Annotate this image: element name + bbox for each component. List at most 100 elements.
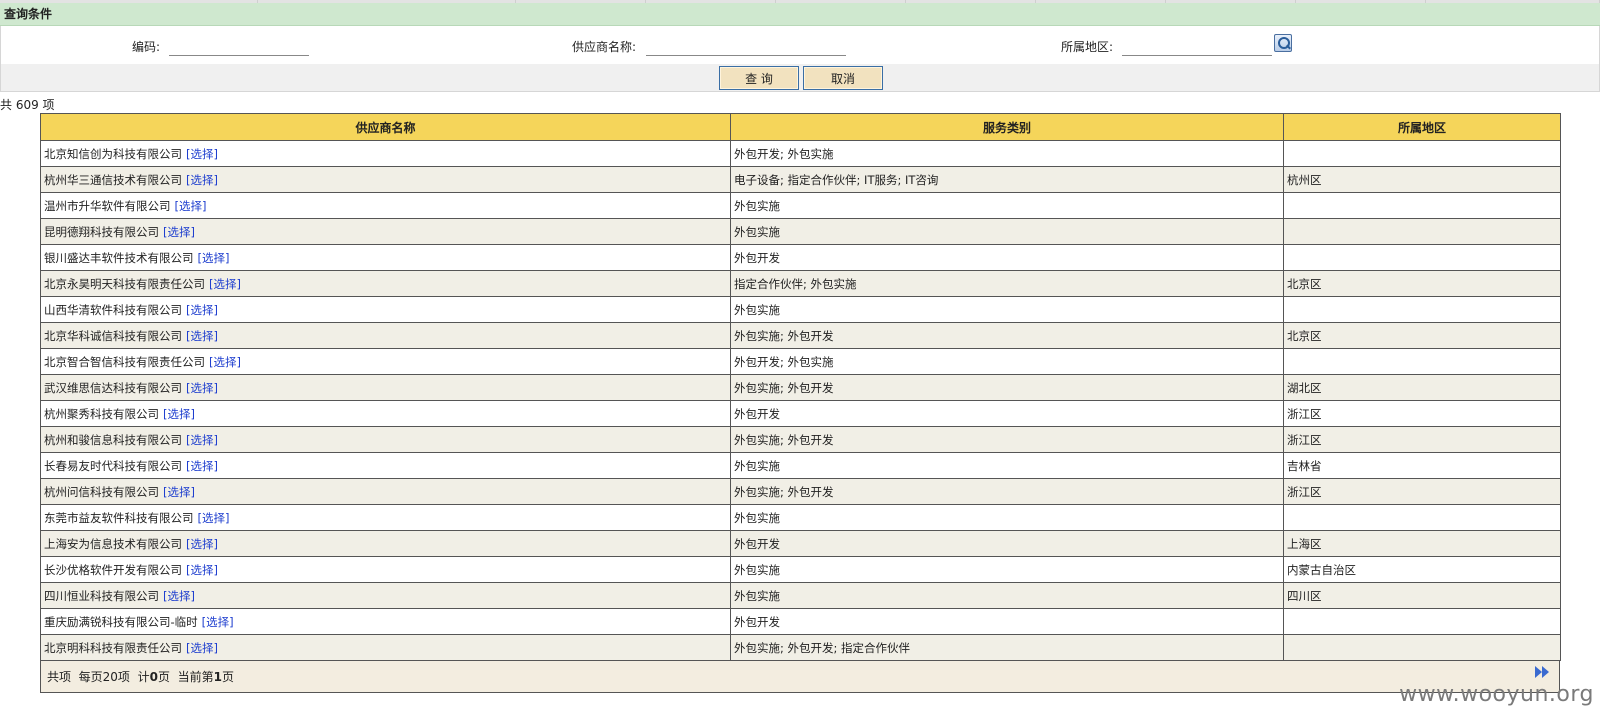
query-buttons-row: 查 询 取消 [0, 64, 1600, 92]
supplier-name-text: 杭州华三通信技术有限公司 [44, 172, 182, 187]
region-cell: 浙江区 [1283, 478, 1561, 505]
pager-pages-prefix: 计 [137, 670, 150, 684]
select-link[interactable]: [选择] [163, 589, 195, 603]
select-link[interactable]: [选择] [186, 433, 218, 447]
query-section-title: 查询条件 [0, 3, 1600, 26]
service-category-cell: 外包实施 [730, 218, 1284, 245]
supplier-name-cell: 东莞市益友软件科技有限公司 [选择] [40, 504, 731, 531]
table-row: 北京华科诚信科技有限公司 [选择] 外包实施; 外包开发 北京区 [40, 322, 1561, 349]
supplier-name-cell: 杭州华三通信技术有限公司 [选择] [40, 166, 731, 193]
pager-current-page: 1 [213, 670, 222, 684]
column-header-supplier-name[interactable]: 供应商名称 [40, 113, 731, 141]
select-link[interactable]: [选择] [186, 173, 218, 187]
select-link[interactable]: [选择] [198, 511, 230, 525]
supplier-name-cell: 温州市升华软件有限公司 [选择] [40, 192, 731, 219]
select-link[interactable]: [选择] [163, 225, 195, 239]
select-link[interactable]: [选择] [198, 251, 230, 265]
region-cell: 上海区 [1283, 530, 1561, 557]
column-header-region[interactable]: 所属地区 [1283, 113, 1561, 141]
code-input[interactable] [169, 40, 309, 56]
service-category-cell: 外包开发; 外包实施 [730, 140, 1284, 167]
table-row: 北京明科科技有限责任公司 [选择] 外包实施; 外包开发; 指定合作伙伴 [40, 634, 1561, 661]
select-link[interactable]: [选择] [209, 355, 241, 369]
supplier-name-text: 长春易友时代科技有限公司 [44, 458, 182, 473]
table-row: 山西华清软件科技有限公司 [选择] 外包实施 [40, 296, 1561, 323]
select-link[interactable]: [选择] [186, 641, 218, 655]
region-lookup-icon[interactable] [1274, 34, 1292, 52]
supplier-name-cell: 四川恒业科技有限公司 [选择] [40, 582, 731, 609]
supplier-name-input[interactable] [646, 40, 846, 56]
supplier-name-cell: 武汉维思信达科技有限公司 [选择] [40, 374, 731, 401]
table-body: 北京知信创为科技有限公司 [选择] 外包开发; 外包实施杭州华三通信技术有限公司 [选… [40, 140, 1561, 661]
supplier-name-text: 银川盛达丰软件技术有限公司 [44, 250, 194, 265]
supplier-name-cell: 重庆励满锐科技有限公司-临时 [选择] [40, 608, 731, 635]
service-category-cell: 外包开发 [730, 608, 1284, 635]
column-header-service-category[interactable]: 服务类别 [730, 113, 1284, 141]
table-row: 杭州聚秀科技有限公司 [选择] 外包开发 浙江区 [40, 400, 1561, 427]
select-link[interactable]: [选择] [163, 485, 195, 499]
result-count: 共 609 项 [0, 98, 55, 112]
pager-total: 共项 [47, 670, 72, 684]
supplier-table: 供应商名称 服务类别 所属地区 北京知信创为科技有限公司 [选择] 外包开发; 外包… [40, 113, 1561, 661]
supplier-name-text: 杭州聚秀科技有限公司 [44, 406, 159, 421]
table-row: 杭州华三通信技术有限公司 [选择] 电子设备; 指定合作伙伴; IT服务; IT咨询… [40, 166, 1561, 193]
select-link[interactable]: [选择] [186, 329, 218, 343]
select-link[interactable]: [选择] [186, 147, 218, 161]
region-label: 所属地区: [1061, 40, 1114, 54]
supplier-name-cell: 北京智合智信科技有限责任公司 [选择] [40, 348, 731, 375]
supplier-name-text: 北京华科诚信科技有限公司 [44, 328, 182, 343]
supplier-name-text: 东莞市益友软件科技有限公司 [44, 510, 194, 525]
pagination-bar: 共项 每页20项 计0页 当前第1页 [40, 661, 1560, 693]
supplier-name-text: 北京智合智信科技有限责任公司 [44, 354, 205, 369]
last-page-icon[interactable] [1533, 666, 1553, 678]
query-fields-row: 编码: 供应商名称: 所属地区: [0, 26, 1600, 64]
select-link[interactable]: [选择] [209, 277, 241, 291]
supplier-name-text: 武汉维思信达科技有限公司 [44, 380, 182, 395]
region-cell [1283, 504, 1561, 531]
select-link[interactable]: [选择] [175, 199, 207, 213]
supplier-name-text: 上海安为信息技术有限公司 [44, 536, 182, 551]
pager-pages-suffix: 页 [157, 670, 170, 684]
service-category-cell: 外包实施 [730, 504, 1284, 531]
search-button[interactable]: 查 询 [719, 66, 799, 90]
select-link[interactable]: [选择] [163, 407, 195, 421]
region-cell [1283, 608, 1561, 635]
table-row: 长沙优格软件开发有限公司 [选择] 外包实施 内蒙古自治区 [40, 556, 1561, 583]
select-link[interactable]: [选择] [186, 303, 218, 317]
supplier-name-text: 北京知信创为科技有限公司 [44, 146, 182, 161]
select-link[interactable]: [选择] [186, 537, 218, 551]
service-category-cell: 外包实施 [730, 452, 1284, 479]
select-link[interactable]: [选择] [202, 615, 234, 629]
region-cell: 北京区 [1283, 322, 1561, 349]
service-category-cell: 外包开发 [730, 400, 1284, 427]
supplier-name-text: 杭州和骏信息科技有限公司 [44, 432, 182, 447]
pager-page-count: 0 [149, 670, 158, 684]
cancel-button[interactable]: 取消 [803, 66, 883, 90]
select-link[interactable]: [选择] [186, 381, 218, 395]
service-category-cell: 电子设备; 指定合作伙伴; IT服务; IT咨询 [730, 166, 1284, 193]
supplier-name-cell: 长沙优格软件开发有限公司 [选择] [40, 556, 731, 583]
table-row: 温州市升华软件有限公司 [选择] 外包实施 [40, 192, 1561, 219]
supplier-name-text: 温州市升华软件有限公司 [44, 198, 171, 213]
service-category-cell: 外包开发 [730, 530, 1284, 557]
region-input[interactable] [1122, 40, 1272, 56]
service-category-cell: 外包实施; 外包开发; 指定合作伙伴 [730, 634, 1284, 661]
service-category-cell: 指定合作伙伴; 外包实施 [730, 270, 1284, 297]
service-category-cell: 外包实施 [730, 192, 1284, 219]
table-row: 杭州问信科技有限公司 [选择] 外包实施; 外包开发 浙江区 [40, 478, 1561, 505]
region-cell [1283, 296, 1561, 323]
supplier-name-cell: 杭州和骏信息科技有限公司 [选择] [40, 426, 731, 453]
service-category-cell: 外包实施 [730, 556, 1284, 583]
supplier-name-text: 北京明科科技有限责任公司 [44, 640, 182, 655]
table-header-row: 供应商名称 服务类别 所属地区 [40, 113, 1561, 141]
watermark-text: www.wooyun.org [1399, 682, 1594, 707]
table-row: 东莞市益友软件科技有限公司 [选择] 外包实施 [40, 504, 1561, 531]
pager-current-suffix: 页 [221, 670, 234, 684]
region-cell: 浙江区 [1283, 400, 1561, 427]
region-cell: 杭州区 [1283, 166, 1561, 193]
supplier-name-cell: 上海安为信息技术有限公司 [选择] [40, 530, 731, 557]
select-link[interactable]: [选择] [186, 459, 218, 473]
supplier-name-cell: 北京永昊明天科技有限责任公司 [选择] [40, 270, 731, 297]
supplier-name-text: 四川恒业科技有限公司 [44, 588, 159, 603]
select-link[interactable]: [选择] [186, 563, 218, 577]
